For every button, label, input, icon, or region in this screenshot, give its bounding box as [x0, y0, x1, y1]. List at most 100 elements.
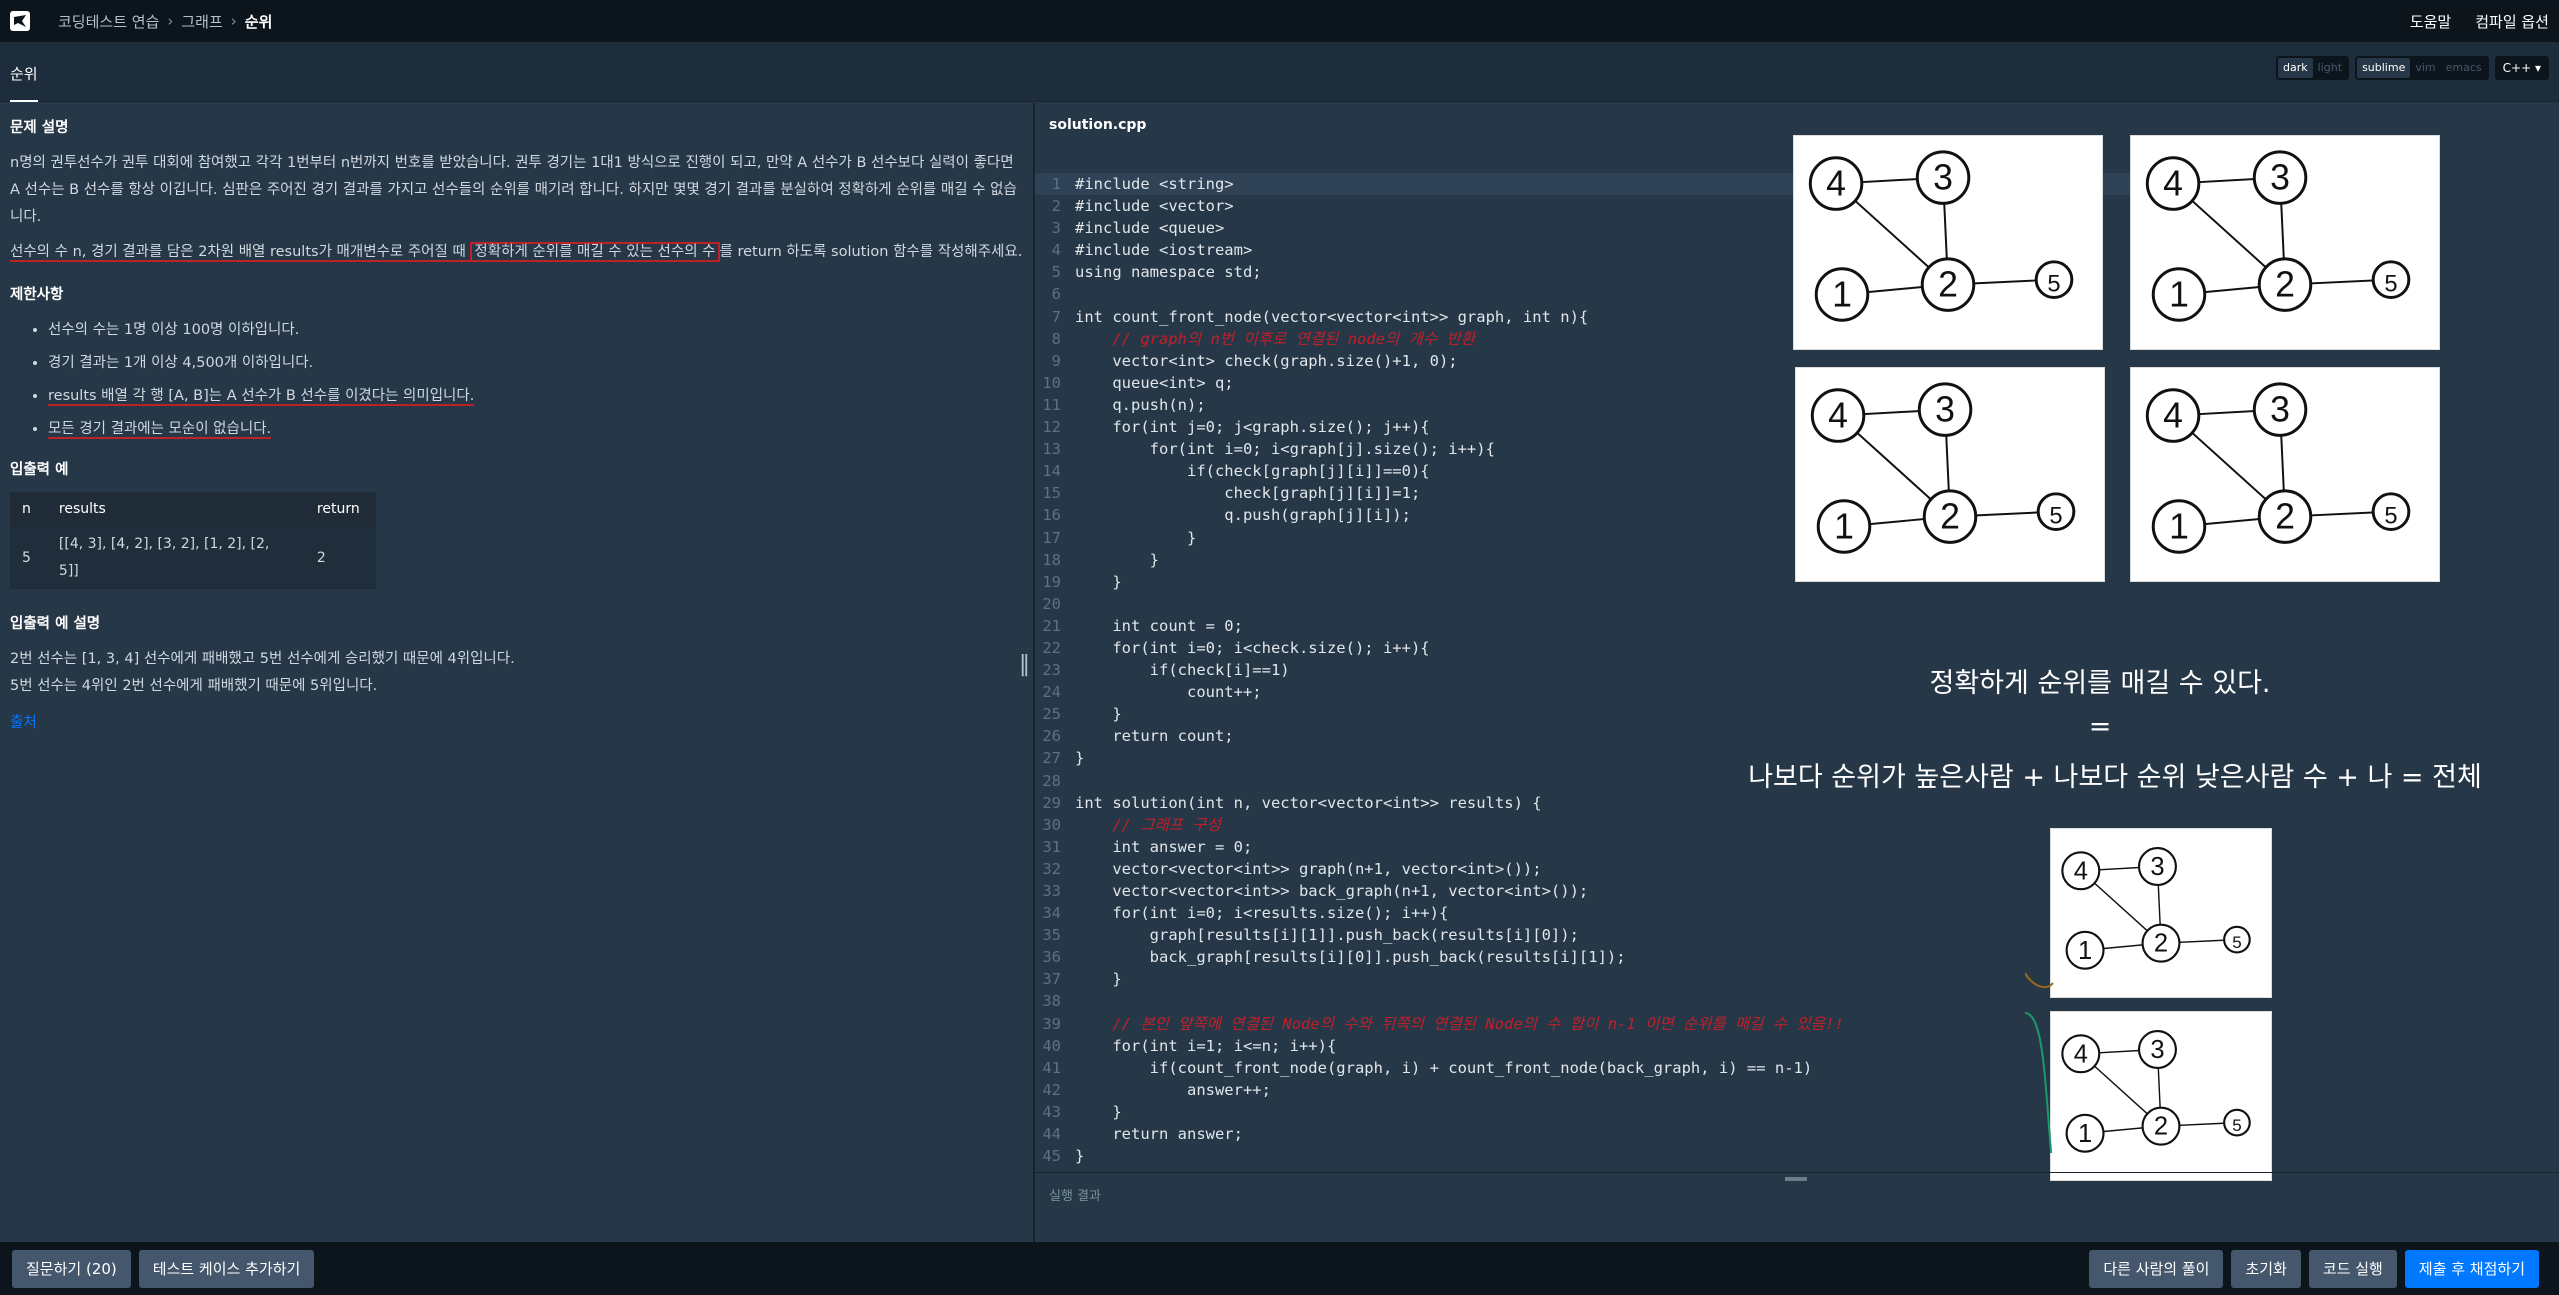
code-editor-panel: solution.cpp 1 #include <string> 2 #include… — [1035, 103, 2559, 1242]
sketch-node-label: 1 — [2169, 274, 2189, 314]
keymap-emacs-option[interactable]: emacs — [2441, 58, 2487, 78]
drag-handle-icon[interactable]: ‖ — [1019, 652, 1031, 688]
compile-options-link[interactable]: 컴파일 옵션 — [2475, 11, 2549, 32]
code-line[interactable]: 22 for(int i=0; i<check.size(); i++){ — [1035, 637, 2135, 659]
line-number: 8 — [1051, 329, 1061, 348]
table-header-cell: n — [10, 492, 47, 527]
code-line[interactable]: 34 for(int i=0; i<results.size(); i++){ — [1035, 902, 2135, 924]
source-link[interactable]: 출처 — [10, 715, 37, 731]
sketch-node-label: 2 — [2275, 496, 2295, 536]
line-number: 4 — [1051, 241, 1061, 260]
code-line[interactable]: 38 — [1035, 990, 2135, 1012]
language-value: C++ — [2502, 61, 2532, 75]
sketch-graph-1: 4 3 1 2 5 — [1793, 135, 2103, 350]
logo-icon[interactable] — [10, 11, 30, 31]
sketch-graph-2: 4 3 1 2 5 — [2130, 135, 2440, 350]
line-number: 12 — [1042, 418, 1061, 437]
others-solutions-button[interactable]: 다른 사람의 풀이 — [2089, 1249, 2224, 1288]
sketch-node-label: 4 — [2074, 857, 2088, 885]
problem-tab-title[interactable]: 순위 — [10, 63, 38, 102]
code-text: check[graph[j][i]]=1; — [1075, 484, 1421, 503]
table-cell: 2 — [304, 527, 376, 589]
code-line[interactable]: 32 vector<vector<int>> graph(n+1, vector… — [1035, 858, 2135, 880]
sketch-node-label: 1 — [2078, 1120, 2092, 1148]
code-text: back_graph[results[i][0]].push_back(resu… — [1075, 948, 1626, 967]
code-line[interactable]: 20 — [1035, 593, 2135, 615]
keymap-vim-option[interactable]: vim — [2410, 58, 2440, 78]
add-test-case-button[interactable]: 테스트 케이스 추가하기 — [138, 1249, 315, 1288]
code-text: #include <vector> — [1075, 197, 1234, 216]
code-text: } — [1075, 705, 1122, 724]
sketch-graph-6: 4 3 1 2 5 — [2050, 1011, 2272, 1181]
code-text: for(int i=0; i<results.size(); i++){ — [1075, 904, 1449, 923]
line-number: 29 — [1042, 793, 1061, 812]
help-link[interactable]: 도움말 — [2410, 11, 2451, 32]
keymap-toggle[interactable]: sublime vim emacs — [2355, 56, 2489, 80]
result-label: 실행 결과 — [1049, 1189, 1101, 1204]
line-number: 6 — [1051, 285, 1061, 304]
table-cell: [[4, 3], [4, 2], [3, 2], [1, 2], [2, 5]] — [46, 527, 305, 589]
line-number: 10 — [1042, 373, 1061, 392]
limit-item: results 배열 각 행 [A, B]는 A 선수가 B 선수를 이겼다는 … — [48, 383, 1023, 410]
code-line[interactable]: 37 } — [1035, 968, 2135, 990]
file-tab[interactable]: solution.cpp — [1049, 117, 1146, 133]
code-line[interactable]: 40 for(int i=1; i<=n; i++){ — [1035, 1035, 2135, 1057]
sketch-node-label: 4 — [2163, 395, 2183, 435]
code-text: if(check[i]==1) — [1075, 661, 1290, 680]
code-line[interactable]: 29 int solution(int n, vector<vector<int>… — [1035, 792, 2135, 814]
line-number: 20 — [1042, 594, 1061, 613]
ask-question-button[interactable]: 질문하기 (20) — [12, 1249, 131, 1288]
line-number: 26 — [1042, 727, 1061, 746]
keymap-sublime-option[interactable]: sublime — [2357, 58, 2411, 78]
theme-toggle[interactable]: dark light — [2276, 56, 2350, 80]
sketch-node-label: 5 — [2049, 503, 2062, 530]
sketch-node-label: 4 — [2163, 163, 2183, 203]
code-text: } — [1075, 970, 1122, 989]
code-text: #include <iostream> — [1075, 241, 1253, 260]
code-line[interactable]: 31 int answer = 0; — [1035, 836, 2135, 858]
code-line[interactable]: 45} — [1035, 1145, 2135, 1167]
line-number: 30 — [1042, 815, 1061, 834]
bottom-bar: 질문하기 (20) 테스트 케이스 추가하기 다른 사람의 풀이 초기화 코드 … — [0, 1242, 2559, 1295]
desc-p2-part-a: 선수의 수 n, 경기 결과를 담은 2차원 배열 results가 매개변수로… — [10, 244, 471, 262]
note-line-3: 나보다 순위가 높은사람 + 나보다 순위 낮은사람 수 + 나 = 전체 — [1748, 762, 2482, 793]
code-line[interactable]: 41 if(count_front_node(graph, i) + count… — [1035, 1057, 2135, 1079]
line-number: 45 — [1042, 1147, 1061, 1166]
code-line[interactable]: 21 int count = 0; — [1035, 615, 2135, 637]
breadcrumb-item-graph[interactable]: 그래프 — [181, 11, 222, 32]
limit-item-text: 모든 경기 결과에는 모순이 없습니다. — [48, 421, 272, 439]
table-header-cell: return — [304, 492, 376, 527]
table-header-row: n results return — [10, 492, 376, 527]
theme-dark-option[interactable]: dark — [2278, 58, 2313, 78]
code-line[interactable]: 33 vector<vector<int>> back_graph(n+1, v… — [1035, 880, 2135, 902]
sketch-node-label: 1 — [2078, 937, 2092, 965]
reset-button[interactable]: 초기화 — [2231, 1249, 2301, 1288]
line-number: 18 — [1042, 550, 1061, 569]
code-line[interactable]: 39 // 본인 앞쪽에 연결된 Node의 수와 뒤쪽의 연결된 Node의 … — [1035, 1013, 2135, 1035]
code-line[interactable]: 42 answer++; — [1035, 1079, 2135, 1101]
io-desc-line: 2번 선수는 [1, 3, 4] 선수에게 패배했고 5번 선수에게 승리했기 … — [10, 651, 515, 667]
submit-button[interactable]: 제출 후 채점하기 — [2404, 1249, 2539, 1288]
sketch-node-label: 4 — [1826, 163, 1846, 203]
sketch-node-label: 2 — [2154, 1113, 2168, 1141]
line-number: 16 — [1042, 506, 1061, 525]
run-code-button[interactable]: 코드 실행 — [2308, 1249, 2397, 1288]
language-select[interactable]: C++ ▾ — [2494, 56, 2549, 80]
code-text: } — [1075, 1102, 1122, 1121]
code-text: // graph의 n번 이후로 연결된 node의 개수 반환 — [1075, 329, 1476, 348]
code-text: for(int i=0; i<graph[j].size(); i++){ — [1075, 440, 1495, 459]
breadcrumb-item-practice[interactable]: 코딩테스트 연습 — [58, 11, 159, 32]
annotation-arrows — [2025, 972, 2054, 1153]
code-text: } — [1075, 1147, 1085, 1166]
code-text: return answer; — [1075, 1125, 1243, 1144]
line-number: 5 — [1051, 263, 1061, 282]
code-line[interactable]: 30 // 그래프 구성 — [1035, 814, 2135, 836]
code-line[interactable]: 43 } — [1035, 1101, 2135, 1123]
theme-light-option[interactable]: light — [2313, 58, 2347, 78]
code-line[interactable]: 35 graph[results[i][1]].push_back(result… — [1035, 924, 2135, 946]
code-text: count++; — [1075, 683, 1262, 702]
code-line[interactable]: 36 back_graph[results[i][0]].push_back(r… — [1035, 946, 2135, 968]
code-line[interactable]: 44 return answer; — [1035, 1123, 2135, 1145]
line-number: 15 — [1042, 484, 1061, 503]
io-desc-heading: 입출력 예 설명 — [10, 616, 101, 632]
